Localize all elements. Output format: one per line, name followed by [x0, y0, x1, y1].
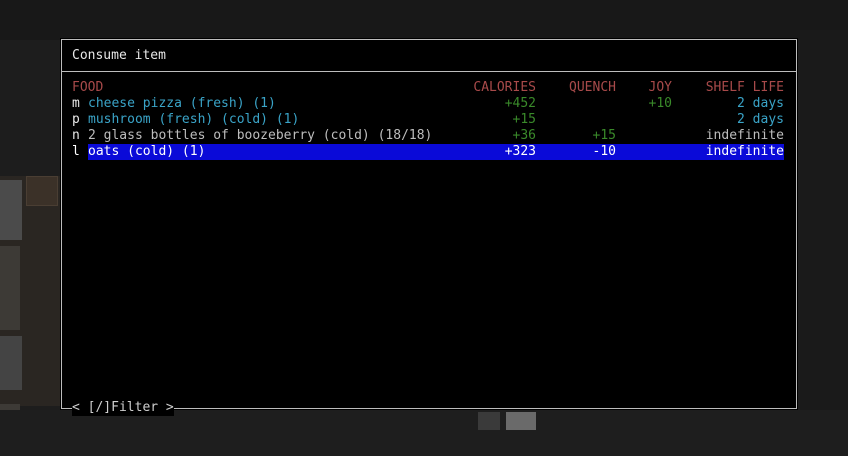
item-calories: +323: [504, 144, 536, 159]
item-name: oats (cold) (1): [88, 144, 206, 159]
map-tile: [0, 246, 20, 330]
list-item[interactable]: n 2 glass bottles of boozeberry (cold) (…: [72, 128, 784, 144]
filter-button[interactable]: < [/]Filter >: [72, 400, 174, 416]
header-food: FOOD: [72, 80, 104, 95]
header-joy: JOY: [648, 80, 672, 95]
item-joy: +10: [648, 96, 672, 111]
header-shelf-life: SHELF LIFE: [705, 80, 784, 95]
map-tile: [0, 180, 22, 240]
window-title: Consume item: [72, 48, 166, 63]
map-block: [506, 412, 536, 430]
item-calories: +15: [512, 112, 536, 127]
column-headers: FOOD CALORIES QUENCH JOY SHELF LIFE: [72, 80, 784, 96]
header-calories: CALORIES: [473, 80, 536, 95]
item-quench: -10: [592, 144, 616, 159]
item-calories: +36: [512, 128, 536, 143]
map-background-top: [0, 0, 848, 40]
item-hotkey: m: [72, 96, 80, 111]
item-name: cheese pizza (fresh) (1): [88, 96, 276, 111]
item-name: mushroom (fresh) (cold) (1): [88, 112, 300, 127]
item-name: 2 glass bottles of boozeberry (cold) (18…: [88, 128, 433, 143]
item-shelf-life: indefinite: [705, 128, 784, 143]
title-separator: [62, 71, 796, 72]
list-item[interactable]: p mushroom (fresh) (cold) (1) +15 2 days: [72, 112, 784, 128]
item-shelf-life: 2 days: [737, 96, 784, 111]
map-grate: [478, 412, 500, 430]
map-background-bottom: [0, 410, 848, 456]
item-hotkey: n: [72, 128, 80, 143]
item-hotkey: p: [72, 112, 80, 127]
map-background-right: [800, 30, 848, 410]
header-quench: QUENCH: [569, 80, 616, 95]
item-quench: +15: [592, 128, 616, 143]
item-shelf-life: indefinite: [705, 144, 784, 159]
map-door: [26, 176, 58, 206]
list-item-selected[interactable]: l oats (cold) (1) +323 -10 indefinite: [72, 144, 784, 160]
item-shelf-life: 2 days: [737, 112, 784, 127]
item-hotkey: l: [72, 144, 80, 159]
item-calories: +452: [504, 96, 536, 111]
list-item[interactable]: m cheese pizza (fresh) (1) +452 +10 2 da…: [72, 96, 784, 112]
map-tile: [0, 336, 22, 390]
